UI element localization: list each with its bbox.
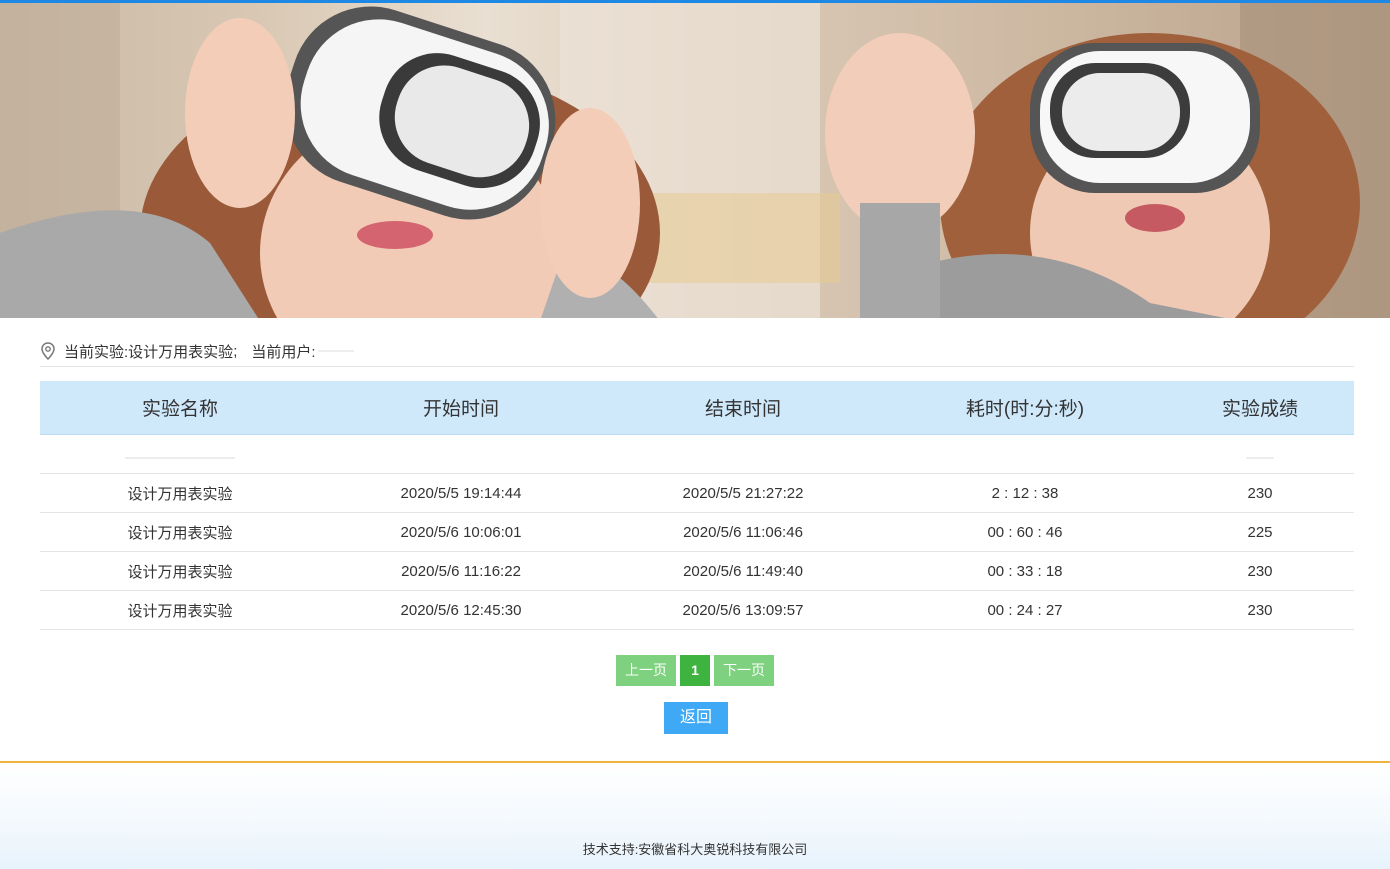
experiment-name: 设计万用表实验 <box>128 343 234 361</box>
vr-banner-illustration <box>0 3 1390 318</box>
header-start-time: 开始时间 <box>320 381 602 435</box>
current-experiment-bar: 当前实验: 设计万用表实验 ; 当前用户: <box>40 336 1354 367</box>
location-pin-icon <box>41 342 55 360</box>
banner-image <box>0 0 1390 318</box>
table-row: 设计万用表实验 2020/5/6 11:16:22 2020/5/6 11:49… <box>40 551 1354 591</box>
user-name <box>317 350 354 352</box>
cell-duration: 00 : 24 : 27 <box>884 590 1166 630</box>
pagination: 上一页 1 下一页 <box>0 655 1390 686</box>
cell-experiment-name: 设计万用表实验 <box>40 551 320 591</box>
cell-experiment-name: 设计万用表实验 <box>40 512 320 552</box>
user-label: 当前用户: <box>251 343 316 361</box>
separator: ; <box>233 342 238 360</box>
obscured-cell <box>1166 434 1354 474</box>
cell-score: 230 <box>1166 590 1354 630</box>
obscured-cell <box>40 434 320 474</box>
cell-experiment-name: 设计万用表实验 <box>40 473 320 513</box>
prev-page-button[interactable]: 上一页 <box>616 655 676 686</box>
cell-end-time: 2020/5/6 11:06:46 <box>602 512 884 552</box>
table-row: 设计万用表实验 2020/5/5 19:14:44 2020/5/5 21:27… <box>40 473 1354 513</box>
cell-end-time: 2020/5/5 21:27:22 <box>602 473 884 513</box>
next-page-button[interactable]: 下一页 <box>714 655 774 686</box>
header-experiment-name: 实验名称 <box>40 381 320 435</box>
table-header-row: 实验名称 开始时间 结束时间 耗时(时:分:秒) 实验成绩 <box>40 381 1354 435</box>
cell-duration: 2 : 12 : 38 <box>884 473 1166 513</box>
page-1-button[interactable]: 1 <box>680 655 710 686</box>
table-row: 设计万用表实验 2020/5/6 10:06:01 2020/5/6 11:06… <box>40 512 1354 552</box>
cell-end-time: 2020/5/6 13:09:57 <box>602 590 884 630</box>
cell-experiment-name: 设计万用表实验 <box>40 590 320 630</box>
experiment-label: 当前实验: <box>64 343 129 361</box>
page: 当前实验: 设计万用表实验 ; 当前用户: 实验名称 开始时间 结束时间 耗时(… <box>0 0 1390 869</box>
cell-start-time: 2020/5/6 10:06:01 <box>320 512 602 552</box>
cell-end-time: 2020/5/6 11:49:40 <box>602 551 884 591</box>
cell-duration: 00 : 60 : 46 <box>884 512 1166 552</box>
cell-start-time: 2020/5/6 11:16:22 <box>320 551 602 591</box>
cell-score: 225 <box>1166 512 1354 552</box>
cell-start-time: 2020/5/6 12:45:30 <box>320 590 602 630</box>
header-duration: 耗时(时:分:秒) <box>884 381 1166 435</box>
cell-duration: 00 : 33 : 18 <box>884 551 1166 591</box>
cell-score: 230 <box>1166 551 1354 591</box>
back-button[interactable]: 返回 <box>664 702 728 734</box>
header-score: 实验成绩 <box>1166 381 1354 435</box>
table-row-obscured <box>40 434 1354 474</box>
header-end-time: 结束时间 <box>602 381 884 435</box>
cell-score: 230 <box>1166 473 1354 513</box>
table-row: 设计万用表实验 2020/5/6 12:45:30 2020/5/6 13:09… <box>40 590 1354 630</box>
tech-support-text: 技术支持:安徽省科大奥锐科技有限公司 <box>582 842 808 857</box>
cell-start-time: 2020/5/5 19:14:44 <box>320 473 602 513</box>
footer: 技术支持:安徽省科大奥锐科技有限公司 <box>0 761 1390 869</box>
experiment-records-table: 实验名称 开始时间 结束时间 耗时(时:分:秒) 实验成绩 设计万用表实验 20… <box>40 381 1354 630</box>
